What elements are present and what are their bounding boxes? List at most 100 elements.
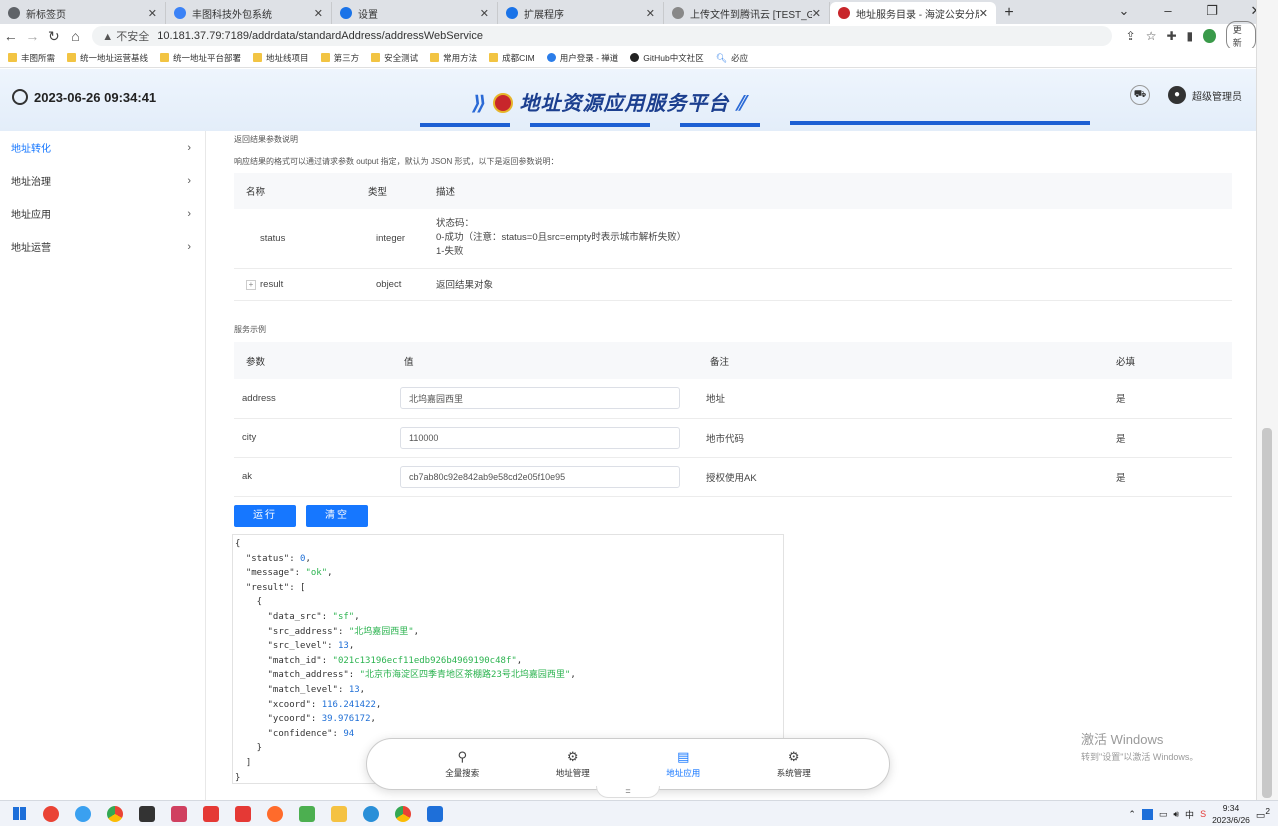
sidebar-item-address-operation[interactable]: 地址运营 › — [0, 230, 205, 263]
app-icon[interactable] — [294, 803, 320, 825]
bookmark[interactable]: 统一地址平台部署 — [160, 52, 241, 64]
extensions-icon[interactable]: ✚ — [1166, 29, 1176, 43]
clear-button[interactable]: 清空 — [306, 505, 368, 527]
minimize-button[interactable]: – — [1146, 0, 1190, 22]
table-row: + result object 返回结果对象 — [234, 268, 1232, 301]
browser-tab[interactable]: 设置 ✕ — [332, 2, 498, 24]
taskbar-clock[interactable]: 9:34 2023/6/26 — [1212, 802, 1250, 826]
floating-dock: ⚲ 全量搜索 ⚙ 地址管理 ▤ 地址应用 ⚙ 系统管理 — [366, 738, 890, 790]
avatar[interactable]: ● — [1168, 86, 1186, 104]
sidepanel-icon[interactable]: ▮ — [1187, 29, 1194, 43]
dock-handle[interactable]: = — [596, 786, 660, 798]
bookmark[interactable]: GitHub中文社区 — [630, 52, 704, 64]
bookmark[interactable]: 成都CIM — [489, 52, 535, 64]
forward-icon[interactable]: → — [22, 28, 44, 44]
user-name[interactable]: 超级管理员 — [1192, 88, 1242, 103]
dock-item-address-application[interactable]: ▤ 地址应用 — [638, 749, 728, 779]
bookmark[interactable]: 🔍︎ 必应 — [716, 52, 748, 64]
new-tab-button[interactable]: + — [996, 2, 1022, 24]
dock-item-system-management[interactable]: ⚙ 系统管理 — [749, 749, 839, 779]
folder-icon — [67, 53, 77, 62]
notification-icon[interactable]: ▭2 — [1256, 806, 1270, 821]
chevron-right-icon: › — [187, 174, 191, 187]
scrollbar-thumb[interactable] — [1262, 428, 1272, 798]
dock-item-search[interactable]: ⚲ 全量搜索 — [417, 749, 507, 779]
profile-icon[interactable] — [1203, 29, 1216, 43]
browser-tab[interactable]: 上传文件到腾讯云 [TEST_GROUP✕ — [664, 2, 830, 24]
display-icon[interactable]: ▭ — [1159, 809, 1168, 820]
network-icon[interactable] — [1141, 808, 1153, 820]
app-icon[interactable] — [166, 803, 192, 825]
close-icon[interactable]: ✕ — [148, 7, 157, 20]
table-row: address 北坞嘉园西里 地址 是 — [234, 379, 1232, 419]
zentao-icon — [546, 53, 556, 62]
datetime: 2023-06-26 09:34:41 — [12, 89, 156, 105]
ak-input[interactable]: cb7ab80c92e842ab9e58cd2e05f10e95 — [400, 465, 680, 488]
ime-icon[interactable]: 中 — [1185, 808, 1194, 821]
chrome-icon[interactable] — [102, 803, 128, 825]
tab-search-icon[interactable]: ⌄ — [1102, 0, 1146, 22]
app-icon[interactable] — [390, 803, 416, 825]
app-header: 2023-06-26 09:34:41 ⟫ 地址资源应用服务平台 ⫽ ⛟ ● 超级… — [0, 69, 1256, 131]
app-icon[interactable] — [38, 803, 64, 825]
start-icon[interactable] — [6, 803, 32, 825]
sidebar-item-address-governance[interactable]: 地址治理 › — [0, 164, 205, 197]
cart-icon[interactable]: ⛟ — [1130, 85, 1150, 105]
bookmark[interactable]: 统一地址运营基线 — [67, 52, 148, 64]
expand-icon[interactable]: + — [246, 279, 256, 290]
star-icon[interactable]: ☆ — [1146, 29, 1157, 43]
app-icon[interactable] — [358, 803, 384, 825]
run-button[interactable]: 运行 — [234, 505, 296, 527]
volume-icon[interactable]: 🔊︎ — [1173, 809, 1179, 820]
app-icon[interactable] — [422, 803, 448, 825]
close-icon[interactable]: ✕ — [979, 7, 988, 20]
chevron-right-icon: › — [187, 207, 191, 220]
update-button[interactable]: 更新 — [1225, 21, 1257, 51]
url-field[interactable]: ▲ 不安全 10.181.37.79:7189/addrdata/standar… — [92, 26, 1112, 46]
github-icon — [630, 53, 640, 62]
section-title: 返回结果参数说明 — [234, 135, 298, 144]
app-icon[interactable] — [230, 803, 256, 825]
home-icon[interactable]: ⌂ — [65, 28, 87, 44]
app-tray-icon[interactable]: S — [1200, 809, 1206, 819]
browser-tab[interactable]: 丰图科技外包系统 ✕ — [166, 2, 332, 24]
city-input[interactable]: 110000 — [400, 426, 680, 449]
app-icon[interactable] — [262, 803, 288, 825]
section-title: 服务示例 — [234, 325, 266, 334]
sidebar-item-address-application[interactable]: 地址应用 › — [0, 197, 205, 230]
page-scrollbar[interactable] — [1256, 0, 1278, 800]
close-icon[interactable]: ✕ — [646, 7, 655, 20]
share-icon[interactable]: ⇪ — [1126, 29, 1136, 43]
bookmark[interactable]: 用户登录 - 禅道 — [546, 52, 618, 64]
close-icon[interactable]: ✕ — [314, 7, 323, 20]
bookmark[interactable]: 丰图所需 — [8, 52, 55, 64]
bookmark[interactable]: 安全测试 — [371, 52, 418, 64]
browser-icon[interactable] — [70, 803, 96, 825]
folder-icon — [253, 53, 263, 62]
site-icon — [174, 7, 186, 19]
app-icon[interactable] — [198, 803, 224, 825]
folder-icon[interactable] — [326, 803, 352, 825]
close-icon[interactable]: ✕ — [812, 7, 821, 20]
address-input[interactable]: 北坞嘉园西里 — [400, 387, 680, 410]
bookmark[interactable]: 地址线项目 — [253, 52, 309, 64]
sidebar-item-address-convert[interactable]: 地址转化 › — [0, 131, 205, 164]
user-area[interactable]: ⛟ ● 超级管理员 — [1130, 85, 1242, 105]
restore-button[interactable]: ❐ — [1190, 0, 1234, 22]
tab-strip: 新标签页 ✕ 丰图科技外包系统 ✕ 设置 ✕ 扩展程序 ✕ 上传文件到腾讯云 [TEST… — [0, 0, 1278, 24]
activation-watermark: 激活 Windows 转到"设置"以激活 Windows。 — [1081, 732, 1199, 762]
close-icon[interactable]: ✕ — [480, 7, 489, 20]
security-warning[interactable]: ▲ 不安全 — [102, 28, 149, 44]
reload-icon[interactable]: ↻ — [43, 28, 65, 45]
example-table: 参数 值 备注 必填 address 北坞嘉园西里 地址 是 city 1100… — [234, 342, 1232, 497]
folder-icon — [489, 53, 499, 62]
browser-tab[interactable]: 扩展程序 ✕ — [498, 2, 664, 24]
bookmark[interactable]: 第三方 — [320, 52, 359, 64]
browser-tab[interactable]: 新标签页 ✕ — [0, 2, 166, 24]
browser-tab-active[interactable]: 地址服务目录 - 海淀公安分局 ✕ — [830, 2, 996, 24]
dock-item-address-management[interactable]: ⚙ 地址管理 — [528, 749, 618, 779]
app-icon[interactable] — [134, 803, 160, 825]
bookmark[interactable]: 常用方法 — [430, 52, 477, 64]
back-icon[interactable]: ← — [0, 28, 22, 44]
chevron-up-icon[interactable]: ⌃ — [1128, 809, 1136, 820]
